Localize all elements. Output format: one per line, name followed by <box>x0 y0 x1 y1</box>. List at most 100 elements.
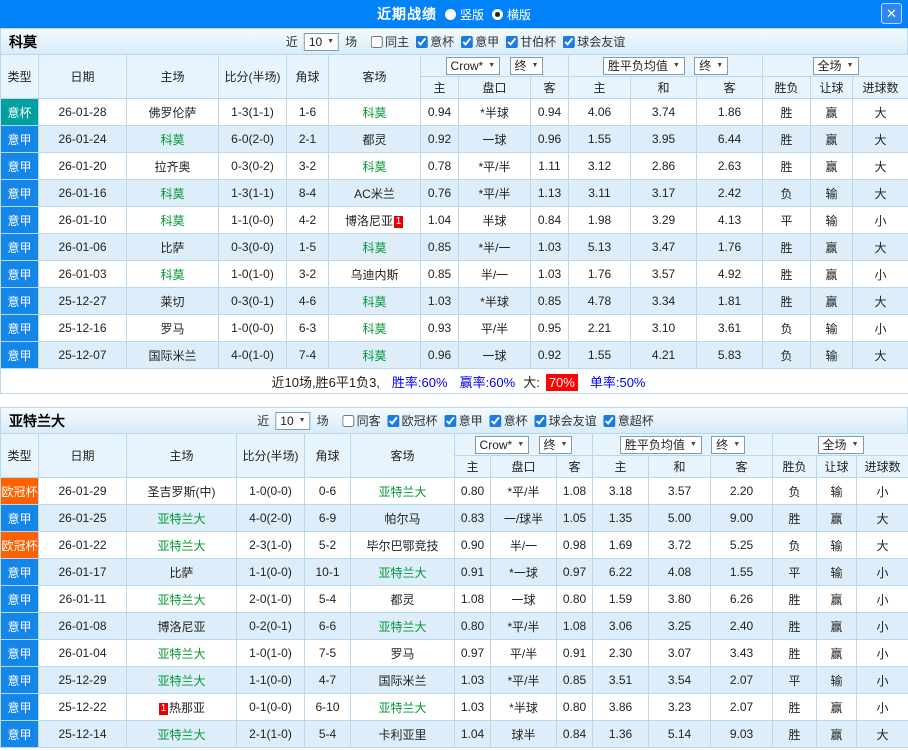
scope-select[interactable]: 全场 ▼ <box>817 435 864 454</box>
recent-count-select[interactable]: 10 ▼ <box>275 411 311 430</box>
result-handicap: 赢 <box>810 233 854 261</box>
filter-同客[interactable]: 同客 <box>342 412 381 429</box>
result-wdl: 胜 <box>772 504 818 532</box>
chevron-down-icon: ▼ <box>560 441 568 448</box>
home-team: 圣吉罗斯(中) <box>126 477 237 505</box>
home-team: 佛罗伦萨 <box>126 98 219 126</box>
team-name: 科莫 <box>160 186 185 201</box>
col-header-ah-away: 客 <box>530 76 569 99</box>
ah-handicap: 球半 <box>490 720 557 748</box>
checkbox-icon[interactable] <box>461 35 474 48</box>
eu-home-odds: 3.12 <box>568 152 631 180</box>
europe-time-select[interactable]: 终 ▼ <box>711 435 746 454</box>
results-table-como: 类型 日期 主场 比分(半场) 角球 客场 Crow* ▼ 终 ▼ 胜平负均值 ▼ 终… <box>0 54 908 394</box>
match-row: 意甲 25-12-07 国际米兰 4-0(1-0) 7-4 科莫 0.96 一球 0.92 1.5… <box>0 341 908 369</box>
filter-label: 欧冠杯 <box>401 414 438 428</box>
match-score: 0-2(0-1) <box>236 612 305 640</box>
away-team: 科莫 <box>328 287 421 315</box>
asian-odds-group-header: Crow* ▼ 终 ▼ <box>454 433 593 456</box>
result-wdl: 胜 <box>762 125 812 153</box>
ah-home-odds: 0.80 <box>454 477 491 505</box>
layout-option-vertical[interactable]: 竖版 <box>444 6 484 23</box>
checkbox-icon[interactable] <box>387 414 400 427</box>
filter-球会友谊[interactable]: 球会友谊 <box>563 33 625 50</box>
checkbox-icon[interactable] <box>563 35 576 48</box>
result-wdl: 胜 <box>762 260 812 288</box>
eu-away-odds: 9.03 <box>709 720 774 748</box>
match-row: 意甲 25-12-29 亚特兰大 1-1(0-0) 4-7 国际米兰 1.03 *平/半 0.8… <box>0 666 908 694</box>
odds-company-select[interactable]: Crow* ▼ <box>474 435 530 454</box>
away-team: 都灵 <box>350 585 455 613</box>
close-icon[interactable]: ✕ <box>881 3 902 24</box>
radio-label: 竖版 <box>459 7 484 22</box>
filter-意超杯[interactable]: 意超杯 <box>603 412 654 429</box>
layout-option-horizontal[interactable]: 横版 <box>492 6 531 23</box>
away-team: 科莫 <box>328 341 421 369</box>
filter-甘伯杯[interactable]: 甘伯杯 <box>506 33 556 50</box>
eu-draw-odds: 3.17 <box>630 179 697 207</box>
match-row: 意甲 26-01-11 亚特兰大 2-0(1-0) 5-4 都灵 1.08 一球 0.80 1.5… <box>0 585 908 613</box>
europe-time-value: 终 <box>716 438 729 452</box>
checkbox-icon[interactable] <box>416 35 429 48</box>
team-name: 莱切 <box>160 294 185 309</box>
ah-away-odds: 0.84 <box>530 206 569 234</box>
odds-time-select[interactable]: 终 ▼ <box>538 435 573 454</box>
filter-意甲[interactable]: 意甲 <box>444 412 483 429</box>
checkbox-icon[interactable] <box>489 414 502 427</box>
summary-row: 近10场,胜6平1负3, 胜率:60% 赢率:60% 大: 70% 单率:50% <box>0 368 908 394</box>
match-date: 26-01-03 <box>38 260 127 288</box>
eu-draw-odds: 3.54 <box>648 666 711 694</box>
checkbox-icon[interactable] <box>603 414 616 427</box>
corners: 3-2 <box>286 152 329 180</box>
europe-time-select[interactable]: 终 ▼ <box>694 56 729 75</box>
chevron-down-icon: ▼ <box>327 38 335 45</box>
odds-time-select[interactable]: 终 ▼ <box>509 56 544 75</box>
team-name: 热那亚 <box>168 700 205 715</box>
match-score: 0-1(0-0) <box>236 693 305 721</box>
scope-select[interactable]: 全场 ▼ <box>812 56 859 75</box>
checkbox-icon[interactable] <box>371 35 384 48</box>
result-goals: 小 <box>856 585 908 613</box>
result-goals: 大 <box>856 720 908 748</box>
ah-handicap: *半球 <box>458 98 531 126</box>
recent-count-select[interactable]: 10 ▼ <box>303 32 340 51</box>
odds-company-select[interactable]: Crow* ▼ <box>445 56 501 75</box>
summary-part: 胜率:60% <box>391 374 448 390</box>
chevron-down-icon: ▼ <box>517 441 525 448</box>
filter-欧冠杯[interactable]: 欧冠杯 <box>387 412 438 429</box>
result-handicap: 输 <box>810 206 854 234</box>
europe-odds-select[interactable]: 胜平负均值 ▼ <box>602 56 685 75</box>
corners: 4-2 <box>286 206 329 234</box>
filter-同主[interactable]: 同主 <box>371 33 409 50</box>
result-goals: 小 <box>852 260 908 288</box>
result-wdl: 负 <box>772 477 818 505</box>
filter-意杯[interactable]: 意杯 <box>416 33 454 50</box>
result-goals: 小 <box>856 612 908 640</box>
eu-away-odds: 2.63 <box>695 152 764 180</box>
checkbox-icon[interactable] <box>506 35 519 48</box>
eu-draw-odds: 3.74 <box>630 98 697 126</box>
filter-意甲[interactable]: 意甲 <box>461 33 499 50</box>
result-goals: 小 <box>856 558 908 586</box>
match-row: 意甲 26-01-20 拉齐奥 0-3(0-2) 3-2 科莫 0.78 *平/半 1.11 3.… <box>0 152 908 180</box>
europe-odds-select[interactable]: 胜平负均值 ▼ <box>619 435 702 454</box>
eu-away-odds: 2.40 <box>709 612 774 640</box>
league-badge: 欧冠杯 <box>0 531 39 559</box>
team-name: 科莫 <box>362 105 387 120</box>
match-date: 25-12-29 <box>38 666 127 694</box>
away-team: 亚特兰大 <box>350 693 455 721</box>
eu-draw-odds: 3.80 <box>648 585 711 613</box>
corners: 1-5 <box>286 233 329 261</box>
filter-意杯[interactable]: 意杯 <box>489 412 528 429</box>
team-name: 亚特兰大 <box>157 673 206 688</box>
col-header-result: 胜负 <box>772 455 818 478</box>
checkbox-icon[interactable] <box>342 414 355 427</box>
checkbox-icon[interactable] <box>534 414 547 427</box>
home-team: 罗马 <box>126 314 219 342</box>
corners: 6-9 <box>304 504 351 532</box>
checkbox-icon[interactable] <box>444 414 457 427</box>
match-score: 2-1(1-0) <box>236 720 305 748</box>
filter-球会友谊[interactable]: 球会友谊 <box>534 412 597 429</box>
eu-away-odds: 4.92 <box>695 260 764 288</box>
ah-handicap: 一球 <box>458 341 531 369</box>
